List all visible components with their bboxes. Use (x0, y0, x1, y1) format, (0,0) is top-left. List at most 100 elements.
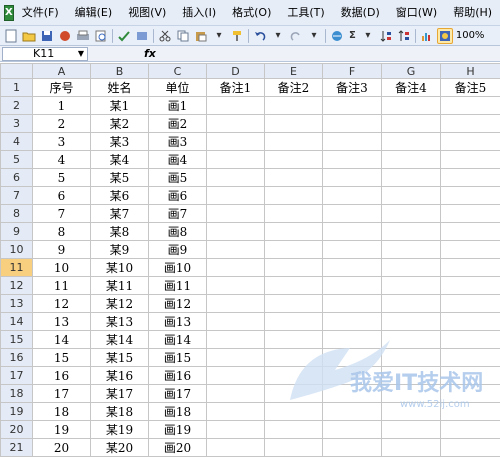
cell[interactable] (265, 187, 323, 205)
cell[interactable] (441, 349, 500, 367)
cell[interactable]: 姓名 (91, 79, 149, 97)
sort-descending-icon[interactable] (396, 28, 412, 44)
cell[interactable] (207, 367, 265, 385)
cell[interactable] (207, 169, 265, 187)
cell[interactable]: 16 (33, 367, 91, 385)
format-painter-icon[interactable] (229, 28, 245, 44)
cell[interactable] (207, 403, 265, 421)
cell[interactable] (323, 187, 382, 205)
cell[interactable] (265, 169, 323, 187)
cell[interactable]: 某15 (91, 349, 149, 367)
cell[interactable]: 画4 (149, 151, 207, 169)
cell[interactable]: 某7 (91, 205, 149, 223)
cell[interactable] (441, 313, 500, 331)
cell[interactable] (323, 439, 382, 457)
cell[interactable] (207, 277, 265, 295)
chevron-down-icon[interactable]: ▼ (75, 48, 87, 60)
cell[interactable] (207, 259, 265, 277)
new-icon[interactable] (3, 28, 19, 44)
autosum-icon[interactable]: Σ (347, 28, 358, 44)
cell[interactable]: 序号 (33, 79, 91, 97)
cell[interactable] (323, 421, 382, 439)
cell[interactable]: 2 (33, 115, 91, 133)
cell[interactable] (323, 151, 382, 169)
cell[interactable]: 画16 (149, 367, 207, 385)
menu-view[interactable]: 视图(V) (120, 3, 174, 23)
cell[interactable]: 某13 (91, 313, 149, 331)
cell[interactable] (207, 241, 265, 259)
cell[interactable] (441, 295, 500, 313)
cell[interactable]: 18 (33, 403, 91, 421)
cell[interactable] (207, 151, 265, 169)
cell[interactable] (441, 133, 500, 151)
cell[interactable] (265, 313, 323, 331)
copy-icon[interactable] (175, 28, 191, 44)
row-header[interactable]: 20 (1, 421, 33, 439)
cell[interactable] (441, 205, 500, 223)
cell[interactable] (441, 259, 500, 277)
cell[interactable]: 13 (33, 313, 91, 331)
cell[interactable] (323, 349, 382, 367)
cell[interactable]: 4 (33, 151, 91, 169)
excel-app-icon[interactable]: X (4, 5, 14, 21)
cell[interactable]: 某11 (91, 277, 149, 295)
save-icon[interactable] (39, 28, 55, 44)
cell[interactable] (382, 205, 441, 223)
row-header[interactable]: 7 (1, 187, 33, 205)
cell[interactable] (323, 223, 382, 241)
cell[interactable]: 单位 (149, 79, 207, 97)
cell[interactable] (265, 421, 323, 439)
cell[interactable] (441, 169, 500, 187)
cell[interactable] (382, 439, 441, 457)
cell[interactable] (441, 331, 500, 349)
column-header-a[interactable]: A (33, 64, 91, 79)
menu-edit[interactable]: 编辑(E) (67, 3, 121, 23)
cell[interactable]: 画17 (149, 385, 207, 403)
column-header-e[interactable]: E (265, 64, 323, 79)
cell[interactable] (207, 205, 265, 223)
paste-dropdown-icon[interactable]: ▾ (211, 28, 227, 44)
zoom-level[interactable]: 100% (456, 30, 485, 41)
cell[interactable]: 某17 (91, 385, 149, 403)
cell[interactable] (441, 439, 500, 457)
cell[interactable]: 画6 (149, 187, 207, 205)
row-header[interactable]: 18 (1, 385, 33, 403)
row-header[interactable]: 1 (1, 79, 33, 97)
column-header-b[interactable]: B (91, 64, 149, 79)
spelling-icon[interactable] (116, 28, 132, 44)
cell[interactable] (382, 403, 441, 421)
cell[interactable] (207, 385, 265, 403)
cell[interactable]: 8 (33, 223, 91, 241)
cell[interactable] (382, 223, 441, 241)
cell[interactable] (323, 313, 382, 331)
cell[interactable] (441, 115, 500, 133)
cell[interactable] (207, 439, 265, 457)
cell[interactable] (382, 169, 441, 187)
cell[interactable] (323, 241, 382, 259)
select-all-corner[interactable] (1, 64, 33, 79)
cell[interactable] (323, 259, 382, 277)
cell[interactable] (265, 151, 323, 169)
cell[interactable]: 备注4 (382, 79, 441, 97)
cell[interactable]: 某18 (91, 403, 149, 421)
row-header[interactable]: 4 (1, 133, 33, 151)
row-header[interactable]: 3 (1, 115, 33, 133)
column-header-d[interactable]: D (207, 64, 265, 79)
cell[interactable]: 19 (33, 421, 91, 439)
row-header[interactable]: 13 (1, 295, 33, 313)
cell[interactable] (382, 187, 441, 205)
row-header[interactable]: 8 (1, 205, 33, 223)
menu-insert[interactable]: 插入(I) (174, 3, 224, 23)
cell[interactable] (265, 241, 323, 259)
cell[interactable]: 10 (33, 259, 91, 277)
cell[interactable]: 3 (33, 133, 91, 151)
cell[interactable] (441, 151, 500, 169)
cell[interactable] (441, 223, 500, 241)
cell[interactable]: 某3 (91, 133, 149, 151)
cell[interactable] (382, 133, 441, 151)
cell[interactable] (265, 349, 323, 367)
paste-icon[interactable] (193, 28, 209, 44)
menu-file[interactable]: 文件(F) (20, 3, 67, 23)
cell[interactable] (382, 331, 441, 349)
cell[interactable]: 画8 (149, 223, 207, 241)
